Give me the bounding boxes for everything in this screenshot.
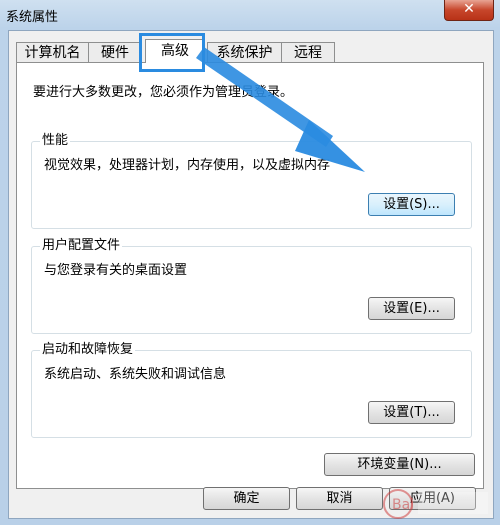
ok-button[interactable]: 确定 [203, 487, 290, 510]
startup-recovery-settings-button[interactable]: 设置(T)... [368, 401, 455, 424]
close-icon: ✕ [463, 1, 475, 17]
performance-group: 性能 视觉效果，处理器计划，内存使用，以及虚拟内存 设置(S)... [31, 133, 472, 229]
startup-recovery-title: 启动和故障恢复 [40, 342, 136, 358]
user-profiles-settings-button[interactable]: 设置(E)... [368, 297, 455, 320]
advanced-tab-panel: 要进行大多数更改，您必须作为管理员登录。 性能 视觉效果，处理器计划，内存使用，… [16, 62, 484, 489]
environment-variables-button[interactable]: 环境变量(N)... [324, 453, 475, 476]
dialog-client: 计算机名 硬件 高级 系统保护 远程 要进行大多数更改，您必须作为管理员登录。 … [8, 30, 494, 519]
title-bar[interactable]: 系统属性 ✕ [0, 0, 500, 30]
performance-description: 视觉效果，处理器计划，内存使用，以及虚拟内存 [44, 158, 331, 173]
tab-hardware[interactable]: 硬件 [88, 42, 142, 62]
startup-recovery-group: 启动和故障恢复 系统启动、系统失败和调试信息 设置(T)... [31, 342, 472, 438]
startup-recovery-description: 系统启动、系统失败和调试信息 [44, 367, 227, 382]
window-title: 系统属性 [6, 10, 59, 25]
cancel-button[interactable]: 取消 [296, 487, 383, 510]
advanced-tab-highlight [139, 33, 205, 72]
tab-computer-name[interactable]: 计算机名 [16, 42, 89, 62]
admin-notice: 要进行大多数更改，您必须作为管理员登录。 [33, 85, 294, 100]
system-properties-window: 系统属性 ✕ 计算机名 硬件 高级 系统保护 远程 要进行大多数更改，您必须作为… [0, 0, 500, 525]
svg-text:Bai: Bai [392, 497, 414, 513]
user-profiles-group: 用户配置文件 与您登录有关的桌面设置 设置(E)... [31, 238, 472, 334]
tab-system-protection[interactable]: 系统保护 [207, 42, 282, 62]
performance-settings-button[interactable]: 设置(S)... [368, 193, 455, 216]
watermark-logo: Bai [383, 489, 488, 519]
close-button[interactable]: ✕ [444, 0, 494, 21]
user-profiles-title: 用户配置文件 [40, 238, 123, 254]
tab-remote[interactable]: 远程 [281, 42, 335, 62]
user-profiles-description: 与您登录有关的桌面设置 [44, 263, 188, 278]
performance-title: 性能 [40, 133, 71, 149]
